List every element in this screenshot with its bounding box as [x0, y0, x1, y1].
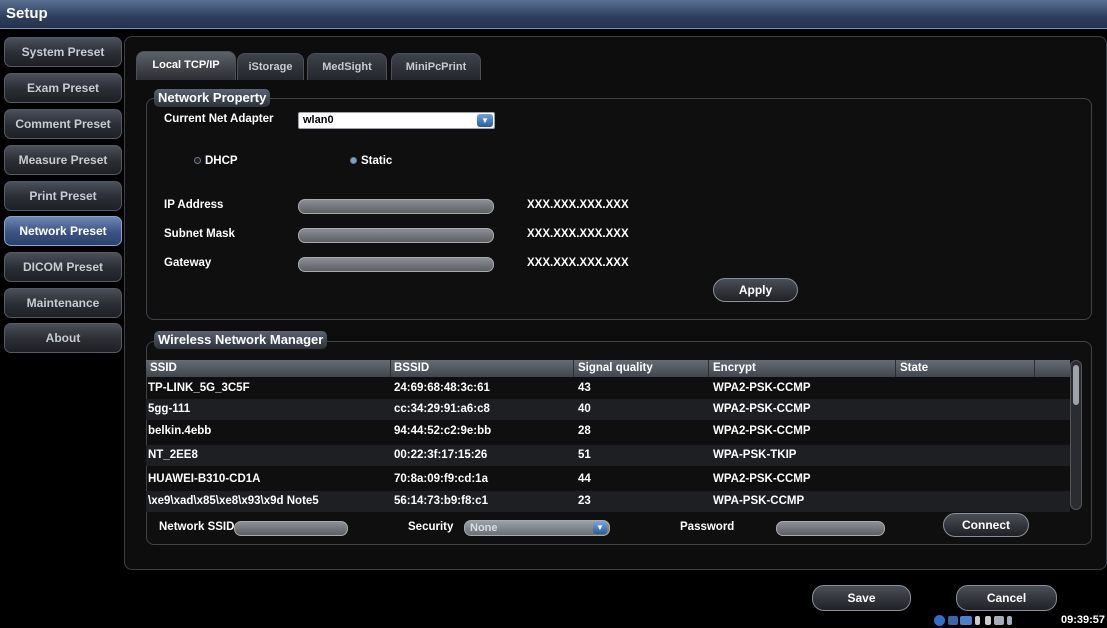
cell-bssid: 00:22:3f:17:15:26 — [394, 449, 488, 461]
table-scrollbar[interactable] — [1070, 360, 1082, 510]
subnet-mask-label: Subnet Mask — [164, 228, 235, 240]
tab-medsight[interactable]: MedSight — [307, 53, 387, 80]
wireless-table-header: SSID BSSID Signal quality Encrypt State — [146, 360, 1070, 377]
sidebar-item-network-preset[interactable]: Network Preset — [4, 216, 122, 246]
table-row[interactable]: HUAWEI-B310-CD1A 70:8a:09:f9:cd:1a 44 WP… — [146, 469, 1070, 490]
table-row[interactable]: TP-LINK_5G_3C5F 24:69:68:48:3c:61 43 WPA… — [146, 378, 1070, 399]
static-label: Static — [361, 155, 393, 167]
table-row[interactable]: belkin.4ebb 94:44:52:c2:9e:bb 28 WPA2-PS… — [146, 421, 1070, 442]
cell-signal: 44 — [578, 473, 591, 485]
cell-signal: 23 — [578, 495, 591, 507]
connect-button[interactable]: Connect — [943, 513, 1029, 537]
sidebar-item-maintenance[interactable]: Maintenance — [4, 288, 122, 318]
column-signal-quality[interactable]: Signal quality — [578, 362, 653, 374]
cell-signal: 40 — [578, 403, 591, 415]
security-select-value: None — [470, 522, 498, 534]
network-property-title: Network Property — [154, 89, 271, 107]
cell-ssid: 5gg-111 — [148, 403, 191, 415]
sidebar-item-print-preset[interactable]: Print Preset — [4, 181, 122, 211]
sidebar-item-system-preset[interactable]: System Preset — [4, 37, 122, 67]
cell-signal: 51 — [578, 449, 591, 461]
adapter-select[interactable]: wlan0 ▼ — [298, 112, 495, 129]
gateway-value: XXX.XXX.XXX.XXX — [527, 257, 629, 269]
cell-signal: 28 — [578, 425, 591, 437]
monitor-icon — [994, 616, 1004, 625]
sidebar-item-measure-preset[interactable]: Measure Preset — [4, 145, 122, 175]
security-label: Security — [408, 521, 454, 533]
column-ssid[interactable]: SSID — [150, 362, 177, 374]
window-title: Setup — [6, 5, 48, 22]
keyboard-icon — [960, 616, 972, 625]
cell-encrypt: WPA2-PSK-CCMP — [713, 425, 811, 437]
network-icon — [948, 616, 958, 625]
cell-encrypt: WPA-PSK-TKIP — [713, 449, 797, 461]
cell-bssid: 94:44:52:c2:9e:bb — [394, 425, 492, 437]
scrollbar-thumb[interactable] — [1073, 365, 1079, 405]
sidebar-item-about[interactable]: About — [4, 323, 122, 353]
status-bar: 09:39:57 — [930, 612, 1107, 628]
tab-local-tcpip[interactable]: Local TCP/IP — [136, 51, 236, 80]
save-button[interactable]: Save — [812, 585, 911, 611]
cancel-button[interactable]: Cancel — [956, 585, 1057, 611]
static-radio[interactable] — [350, 157, 357, 164]
table-row[interactable]: NT_2EE8 00:22:3f:17:15:26 51 WPA-PSK-TKI… — [146, 445, 1070, 466]
column-state[interactable]: State — [900, 362, 928, 374]
cell-bssid: 56:14:73:b9:f8:c1 — [394, 495, 488, 507]
apply-button[interactable]: Apply — [713, 278, 798, 302]
chevron-down-icon[interactable]: ▼ — [477, 114, 493, 127]
ip-address-label: IP Address — [164, 199, 224, 211]
cell-encrypt: WPA-PSK-CCMP — [713, 495, 805, 507]
cell-ssid: \xe9\xad\x85\xe8\x93\x9d Note5 — [148, 495, 319, 507]
clock: 09:39:57 — [1060, 614, 1105, 626]
printer-icon — [985, 616, 991, 625]
chevron-down-icon[interactable]: ▼ — [593, 522, 607, 534]
table-row[interactable]: \xe9\xad\x85\xe8\x93\x9d Note5 56:14:73:… — [146, 491, 1070, 512]
cell-encrypt: WPA2-PSK-CCMP — [713, 382, 811, 394]
sidebar-item-comment-preset[interactable]: Comment Preset — [4, 109, 122, 139]
adapter-label: Current Net Adapter — [164, 113, 274, 125]
adapter-select-value: wlan0 — [303, 114, 334, 126]
table-row[interactable]: 5gg-111 cc:34:29:91:a6:c8 40 WPA2-PSK-CC… — [146, 399, 1070, 420]
dhcp-label: DHCP — [205, 155, 238, 167]
cell-encrypt: WPA2-PSK-CCMP — [713, 473, 811, 485]
password-label: Password — [680, 521, 735, 533]
sidebar-item-dicom-preset[interactable]: DICOM Preset — [4, 252, 122, 282]
network-ssid-field[interactable] — [234, 521, 348, 536]
cell-signal: 43 — [578, 382, 591, 394]
column-bssid[interactable]: BSSID — [394, 362, 429, 374]
cell-ssid: NT_2EE8 — [148, 449, 198, 461]
globe-icon — [934, 615, 945, 626]
cell-bssid: 70:8a:09:f9:cd:1a — [394, 473, 488, 485]
ip-address-value: XXX.XXX.XXX.XXX — [527, 199, 629, 211]
gateway-field[interactable] — [298, 257, 494, 272]
cell-ssid: HUAWEI-B310-CD1A — [148, 473, 261, 485]
tab-minipcprint[interactable]: MiniPcPrint — [391, 53, 481, 80]
network-ssid-label: Network SSID — [159, 521, 235, 533]
tab-istorage[interactable]: iStorage — [237, 53, 304, 80]
column-encrypt[interactable]: Encrypt — [713, 362, 756, 374]
usb-icon — [975, 616, 980, 625]
subnet-mask-field[interactable] — [298, 228, 494, 243]
password-field[interactable] — [776, 521, 885, 536]
title-bar: Setup — [0, 0, 1107, 29]
wireless-manager-title: Wireless Network Manager — [154, 331, 328, 349]
security-select[interactable]: None ▼ — [464, 520, 610, 536]
gateway-label: Gateway — [164, 257, 212, 269]
cell-encrypt: WPA2-PSK-CCMP — [713, 403, 811, 415]
battery-icon — [1007, 616, 1012, 625]
dhcp-radio[interactable] — [194, 157, 201, 164]
cell-ssid: belkin.4ebb — [148, 425, 212, 437]
cell-bssid: cc:34:29:91:a6:c8 — [394, 403, 490, 415]
sidebar-item-exam-preset[interactable]: Exam Preset — [4, 73, 122, 103]
cell-ssid: TP-LINK_5G_3C5F — [148, 382, 250, 394]
cell-bssid: 24:69:68:48:3c:61 — [394, 382, 490, 394]
subnet-mask-value: XXX.XXX.XXX.XXX — [527, 228, 629, 240]
ip-address-field[interactable] — [298, 199, 494, 214]
